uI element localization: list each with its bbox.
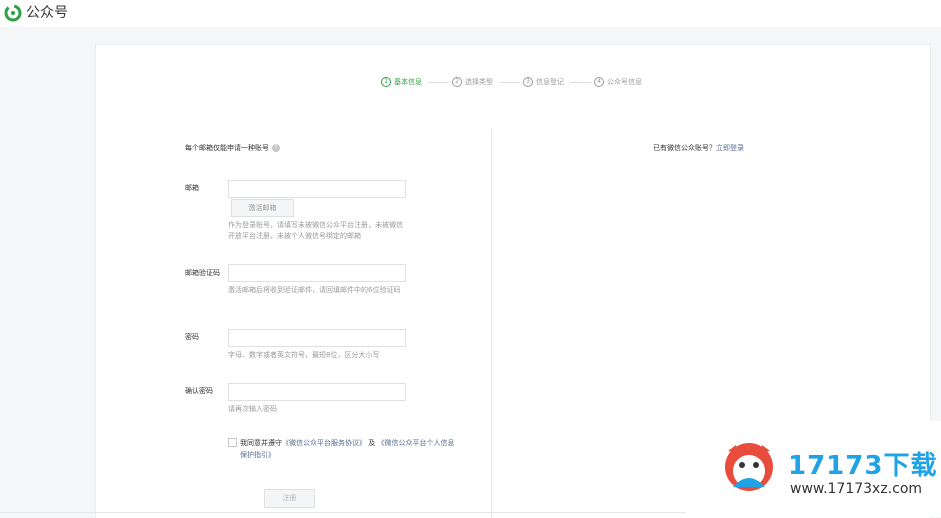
step-4: 4 公众号信息 — [594, 77, 642, 87]
email-code-field[interactable] — [228, 264, 406, 282]
password-tip: 字母、数字或者英文符号，最短8位，区分大小写 — [228, 351, 380, 359]
watermark: 17173下载 www.17173xz.com — [708, 421, 941, 517]
column-divider — [491, 129, 492, 518]
step-2-label: 选择类型 — [465, 78, 493, 86]
step-connector — [499, 82, 520, 83]
login-hint: 已有微信公众账号？立即登录 — [653, 143, 744, 153]
step-connector — [428, 82, 449, 83]
agreement-prefix: 我同意并遵守 — [240, 439, 282, 447]
agreement-text: 我同意并遵守《微信公众平台服务协议》 及 《微信公众平台个人信息保护指引》 — [228, 437, 458, 461]
wechat-official-account-logo-icon[interactable] — [4, 4, 22, 22]
password-label: 密码 — [185, 333, 199, 341]
email-field[interactable] — [228, 180, 406, 198]
login-link[interactable]: 立即登录 — [716, 144, 744, 152]
step-2-number: 2 — [452, 77, 462, 87]
confirm-password-tip: 请再次输入密码 — [228, 405, 277, 413]
step-4-label: 公众号信息 — [607, 78, 642, 86]
watermark-url: www.17173xz.com — [790, 481, 923, 497]
step-3-number: 3 — [523, 77, 533, 87]
password-field[interactable] — [228, 329, 406, 347]
account-hint: 每个邮箱仅能申请一种账号? — [185, 143, 280, 153]
agreement-checkbox[interactable] — [228, 438, 237, 447]
app-title[interactable]: 公众号 — [26, 4, 68, 22]
step-2: 2 选择类型 — [452, 77, 493, 87]
top-bar: 公众号 — [0, 0, 941, 27]
code-label: 邮箱验证码 — [185, 269, 220, 277]
step-1-number: 1 — [381, 77, 391, 87]
step-connector — [570, 82, 591, 83]
bottom-divider — [0, 512, 686, 513]
step-1-label: 基本信息 — [394, 78, 422, 86]
agreement: 我同意并遵守《微信公众平台服务协议》 及 《微信公众平台个人信息保护指引》 — [228, 437, 458, 461]
email-label: 邮箱 — [185, 184, 199, 192]
confirm-password-field[interactable] — [228, 383, 406, 401]
code-tip: 激活邮箱后将收到验证邮件，请回填邮件中的6位验证码 — [228, 286, 401, 294]
login-hint-text: 已有微信公众账号？ — [653, 144, 716, 152]
account-hint-text: 每个邮箱仅能申请一种账号 — [185, 144, 269, 152]
step-progress: 1 基本信息 2 选择类型 3 信息登记 4 公众号信息 — [96, 77, 930, 91]
service-agreement-link[interactable]: 《微信公众平台服务协议》 — [282, 439, 366, 447]
step-3-label: 信息登记 — [536, 78, 564, 86]
register-button[interactable]: 注册 — [264, 489, 315, 508]
watermark-mascot-icon — [725, 443, 773, 491]
step-3: 3 信息登记 — [523, 77, 564, 87]
step-1: 1 基本信息 — [381, 77, 422, 87]
activate-email-button[interactable]: 激活邮箱 — [231, 199, 294, 217]
watermark-title: 17173下载 — [788, 451, 938, 481]
step-4-number: 4 — [594, 77, 604, 87]
confirm-password-label: 确认密码 — [185, 387, 213, 395]
email-tip: 作为登录账号，请填写未被微信公众平台注册，未被微信开放平台注册，未被个人微信号绑… — [228, 221, 403, 240]
agreement-middle: 及 — [366, 439, 378, 447]
help-icon[interactable]: ? — [272, 144, 280, 152]
